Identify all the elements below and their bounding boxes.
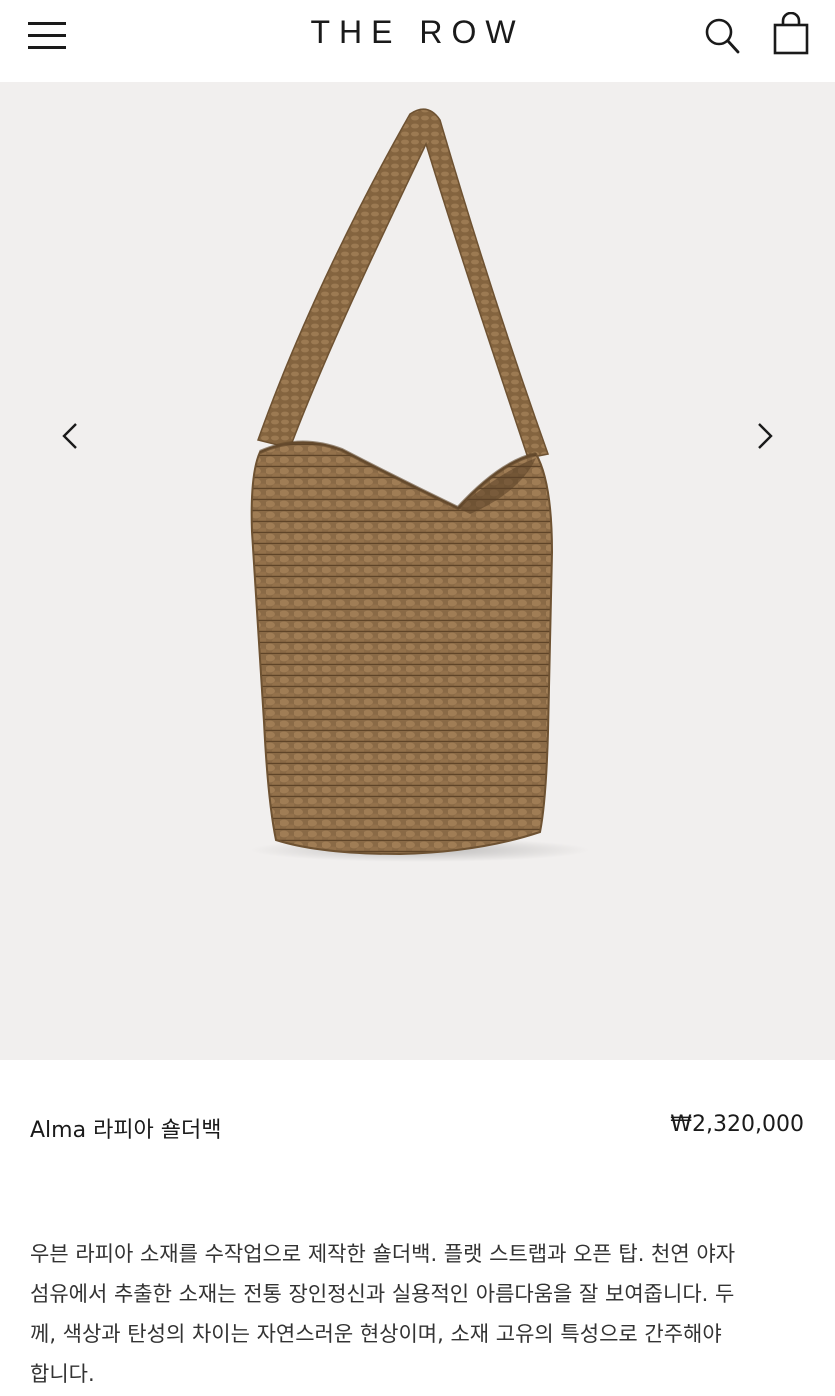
product-gallery bbox=[0, 82, 835, 1060]
product-name: Alma 라피아 숄더백 bbox=[30, 1118, 222, 1143]
chevron-right-icon[interactable] bbox=[745, 412, 785, 460]
shopping-bag-icon[interactable] bbox=[771, 11, 811, 56]
site-header: THE ROW bbox=[0, 0, 835, 82]
product-description: 우븐 라피아 소재를 수작업으로 제작한 숄더백. 플랫 스트랩과 오픈 탑. … bbox=[30, 1234, 810, 1394]
description-line: 합니다. bbox=[30, 1362, 95, 1386]
chevron-left-icon[interactable] bbox=[50, 412, 90, 460]
description-line: 우븐 라피아 소재를 수작업으로 제작한 숄더백. 플랫 스트랩과 오픈 탑. … bbox=[30, 1242, 736, 1266]
hamburger-menu-icon[interactable] bbox=[28, 22, 66, 50]
product-image[interactable] bbox=[0, 82, 835, 1060]
product-price: ₩2,320,000 bbox=[670, 1112, 804, 1137]
brand-name[interactable]: THE ROW bbox=[310, 14, 524, 50]
description-line: 께, 색상과 탄성의 차이는 자연스러운 현상이며, 소재 고유의 특성으로 간… bbox=[30, 1322, 722, 1346]
description-line: 섬유에서 추출한 소재는 전통 장인정신과 실용적인 아름다움을 잘 보여줍니다… bbox=[30, 1282, 735, 1306]
search-icon[interactable] bbox=[703, 16, 741, 56]
